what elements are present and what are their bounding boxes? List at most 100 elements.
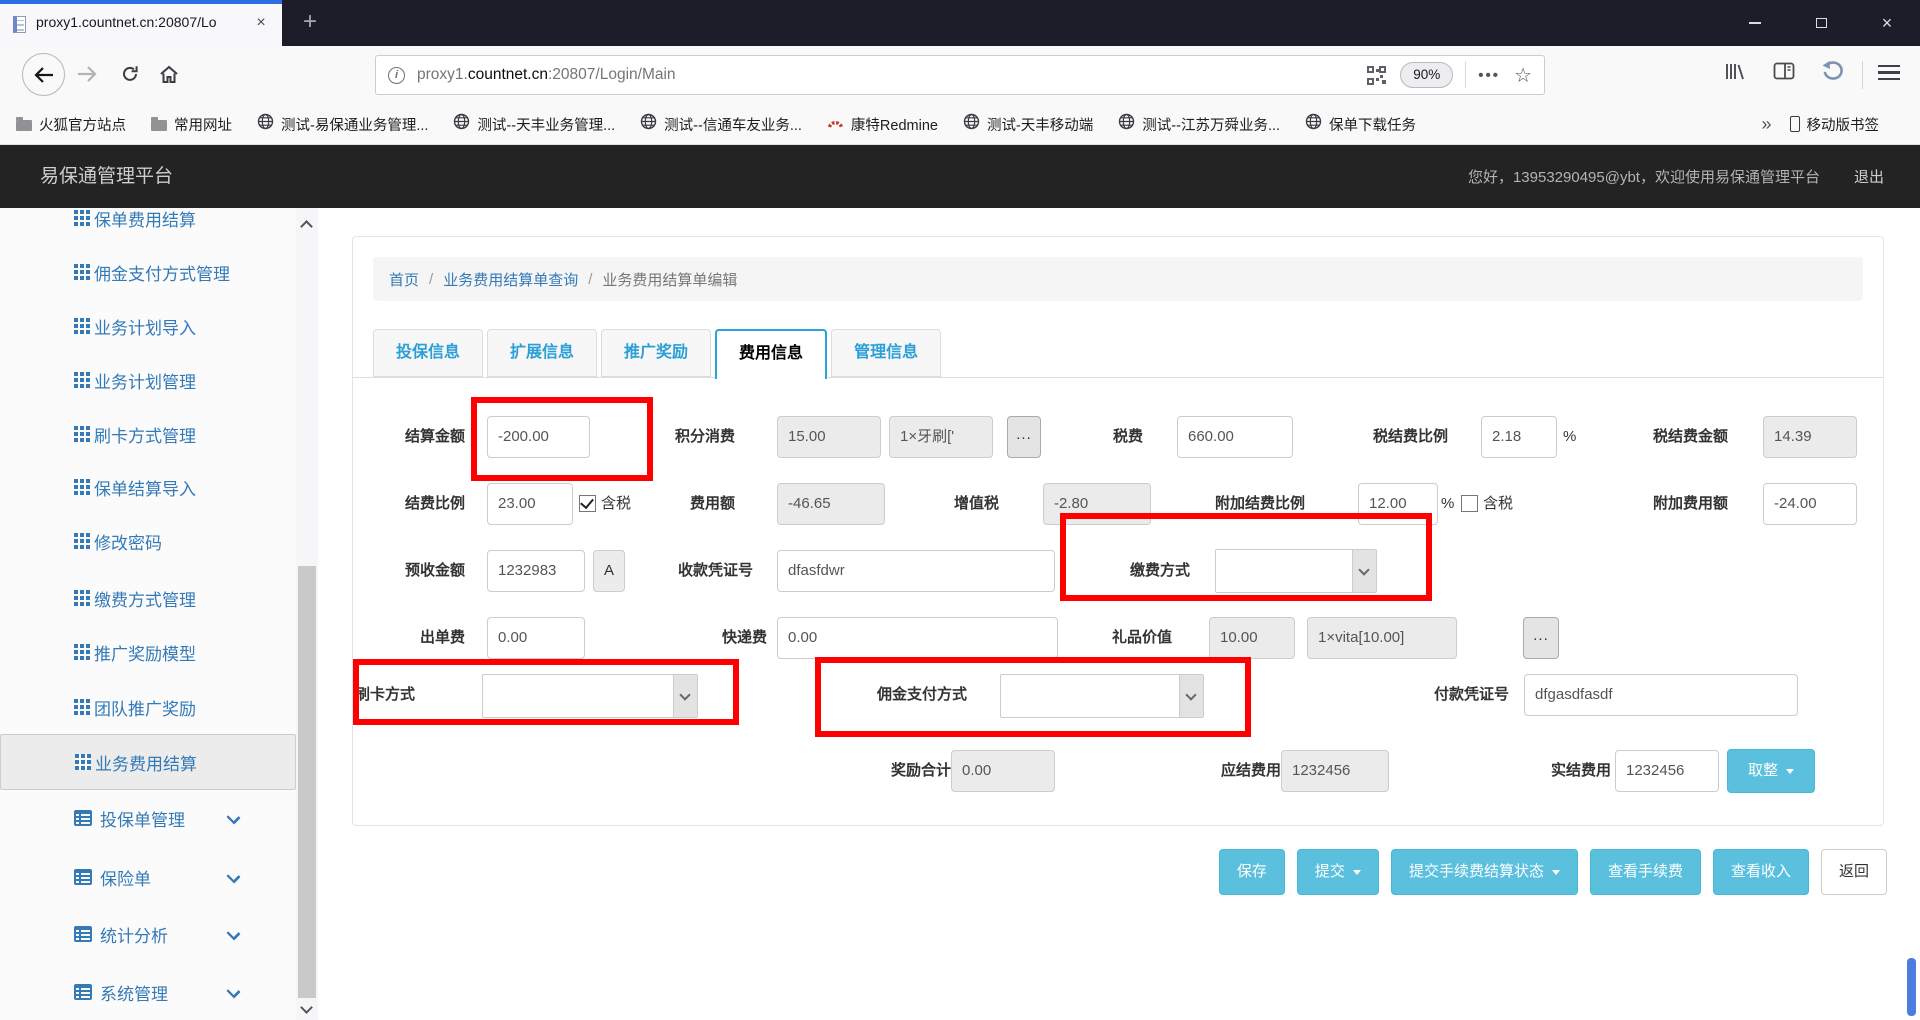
tax-included-checkbox[interactable] bbox=[579, 495, 596, 512]
caret-down-icon bbox=[1786, 768, 1794, 774]
settle-ratio-input[interactable]: 23.00 bbox=[487, 483, 573, 525]
page-actions-icon[interactable]: ••• bbox=[1478, 67, 1500, 84]
select-dropdown-button[interactable] bbox=[673, 675, 697, 717]
commission-pay-method-select[interactable] bbox=[1000, 674, 1204, 718]
scroll-up-icon[interactable] bbox=[300, 220, 313, 233]
view-fee-button[interactable]: 查看手续费 bbox=[1589, 849, 1701, 895]
back-page-button[interactable]: 返回 bbox=[1820, 849, 1887, 895]
sidebar-item-6[interactable]: 修改密码 bbox=[0, 519, 296, 563]
forward-button[interactable] bbox=[76, 65, 98, 88]
site-info-icon[interactable]: i bbox=[388, 66, 405, 84]
sidebar-item-9[interactable]: 团队推广奖励 bbox=[0, 685, 296, 729]
url-bar[interactable]: i proxy1.countnet.cn:20807/Login/Main 90… bbox=[375, 55, 1545, 95]
sidebar-item-0[interactable]: 保单费用结算 bbox=[0, 208, 296, 240]
sidebar-item-1[interactable]: 佣金支付方式管理 bbox=[0, 250, 296, 294]
payment-method-select[interactable] bbox=[1215, 549, 1377, 593]
express-fee-input[interactable]: 0.00 bbox=[777, 617, 1058, 659]
tab-fee-info[interactable]: 费用信息 bbox=[715, 329, 828, 379]
issue-fee-label: 出单费 bbox=[419, 629, 465, 646]
bookmark-item[interactable]: 测试-易保通业务管理... bbox=[257, 113, 428, 135]
bookmarks-overflow-icon[interactable]: » bbox=[1761, 114, 1771, 135]
globe-icon bbox=[453, 113, 470, 135]
sidebar-item-11[interactable]: 投保单管理 bbox=[0, 796, 296, 840]
bookmark-item[interactable]: 测试--江苏万舜业务... bbox=[1118, 113, 1280, 135]
tab-manage-info[interactable]: 管理信息 bbox=[831, 329, 942, 377]
sidebar-item-3[interactable]: 业务计划管理 bbox=[0, 358, 296, 402]
reload-button[interactable] bbox=[120, 64, 140, 89]
settle-amount-input[interactable]: -200.00 bbox=[487, 416, 590, 458]
window-minimize-button[interactable] bbox=[1722, 0, 1788, 46]
sidebar-item-12[interactable]: 保险单 bbox=[0, 855, 296, 899]
page-scrollbar-thumb[interactable] bbox=[1907, 958, 1916, 1016]
tab-extend-info[interactable]: 扩展信息 bbox=[487, 329, 598, 377]
prepaid-amount-badge[interactable]: A bbox=[593, 550, 625, 592]
bookmark-item[interactable]: 火狐官方站点 bbox=[16, 114, 126, 135]
save-button[interactable]: 保存 bbox=[1218, 849, 1285, 895]
logout-link[interactable]: 退出 bbox=[1854, 166, 1884, 187]
select-dropdown-button[interactable] bbox=[1352, 550, 1376, 592]
breadcrumb-home-link[interactable]: 首页 bbox=[389, 269, 419, 290]
submit-status-button[interactable]: 提交手续费结算状态 bbox=[1390, 849, 1578, 895]
sidebar-item-4[interactable]: 刷卡方式管理 bbox=[0, 412, 296, 456]
bookmark-item[interactable]: 测试-天丰移动端 bbox=[963, 113, 1093, 135]
sidebar-item-14[interactable]: 系统管理 bbox=[0, 970, 296, 1014]
scroll-down-icon[interactable] bbox=[300, 1001, 313, 1014]
sidebar-item-8[interactable]: 推广奖励模型 bbox=[0, 630, 296, 674]
sidebar-item-13[interactable]: 统计分析 bbox=[0, 912, 296, 956]
prepaid-amount-input[interactable]: 1232983 bbox=[487, 550, 585, 592]
submit-button[interactable]: 提交 bbox=[1296, 849, 1379, 895]
tab-promo-reward[interactable]: 推广奖励 bbox=[601, 329, 712, 377]
select-dropdown-button[interactable] bbox=[1179, 675, 1203, 717]
sidebar-item-label: 修改密码 bbox=[94, 533, 162, 553]
sidebar-item-2[interactable]: 业务计划导入 bbox=[0, 304, 296, 348]
breadcrumb-query-link[interactable]: 业务费用结算单查询 bbox=[443, 269, 578, 290]
extra-fee-amount-input[interactable]: -24.00 bbox=[1763, 483, 1857, 525]
window-close-button[interactable]: × bbox=[1854, 0, 1920, 46]
screen: proxy1.countnet.cn:20807/Lo × + × i prox… bbox=[0, 0, 1920, 1020]
maximize-icon bbox=[1815, 18, 1827, 28]
sidebar-scrollbar[interactable] bbox=[296, 208, 318, 1020]
receipt-no-input[interactable]: dfasfdwr bbox=[777, 550, 1055, 592]
window-maximize-button[interactable] bbox=[1788, 0, 1854, 46]
tax-settle-ratio-input[interactable]: 2.18 bbox=[1481, 416, 1557, 458]
sidebars-button[interactable] bbox=[1772, 60, 1796, 87]
undo-closed-tab-button[interactable] bbox=[1820, 60, 1846, 87]
bookmark-item[interactable]: 保单下载任务 bbox=[1305, 113, 1416, 135]
grid-icon bbox=[74, 426, 90, 442]
bookmark-item[interactable]: 移动版书签 bbox=[1789, 114, 1879, 135]
new-tab-button[interactable]: + bbox=[294, 7, 326, 39]
issue-fee-input[interactable]: 0.00 bbox=[487, 617, 585, 659]
bookmark-star-icon[interactable]: ☆ bbox=[1514, 63, 1532, 88]
pay-receipt-no-input[interactable]: dfgasdfasdf bbox=[1524, 674, 1798, 716]
gift-value-more-button[interactable]: ... bbox=[1523, 617, 1559, 659]
scrollbar-thumb[interactable] bbox=[298, 566, 316, 998]
extra-settle-ratio-input[interactable]: 12.00 bbox=[1358, 483, 1438, 525]
card-method-select[interactable] bbox=[482, 674, 698, 718]
back-button[interactable] bbox=[22, 53, 65, 96]
library-button[interactable] bbox=[1722, 60, 1746, 87]
view-income-button[interactable]: 查看收入 bbox=[1712, 849, 1809, 895]
bookmark-item[interactable]: 康特Redmine bbox=[827, 114, 938, 135]
extra-tax-included-checkbox[interactable] bbox=[1461, 495, 1478, 512]
zoom-level-badge[interactable]: 90% bbox=[1400, 62, 1454, 88]
gift-value-input: 10.00 bbox=[1209, 617, 1295, 659]
home-button[interactable] bbox=[158, 64, 180, 90]
reward-total-label: 奖励合计 bbox=[890, 762, 951, 779]
sidebar-item-7[interactable]: 缴费方式管理 bbox=[0, 576, 296, 620]
sidebar-item-5[interactable]: 保单结算导入 bbox=[0, 465, 296, 509]
round-button[interactable]: 取整 bbox=[1727, 749, 1815, 793]
tax-input[interactable]: 660.00 bbox=[1177, 416, 1293, 458]
menu-button[interactable] bbox=[1878, 65, 1900, 81]
actual-fee-input[interactable]: 1232456 bbox=[1615, 750, 1719, 792]
bookmark-item[interactable]: 测试--天丰业务管理... bbox=[453, 113, 615, 135]
tab-close-icon[interactable]: × bbox=[250, 12, 272, 34]
qr-code-icon[interactable] bbox=[1367, 65, 1387, 85]
bookmark-item[interactable]: 测试--信通车友业务... bbox=[640, 113, 802, 135]
sidebar-item-10[interactable]: 业务费用结算 bbox=[0, 734, 296, 790]
action-bar: 保存 提交 提交手续费结算状态 查看手续费 查看收入 返回 bbox=[1218, 849, 1887, 895]
grid-icon bbox=[74, 210, 90, 226]
bookmark-item[interactable]: 常用网址 bbox=[151, 114, 232, 135]
url-text[interactable]: proxy1.countnet.cn:20807/Login/Main bbox=[417, 66, 1367, 84]
browser-tab[interactable]: proxy1.countnet.cn:20807/Lo × bbox=[0, 0, 282, 46]
tab-insure-info[interactable]: 投保信息 bbox=[373, 329, 484, 377]
